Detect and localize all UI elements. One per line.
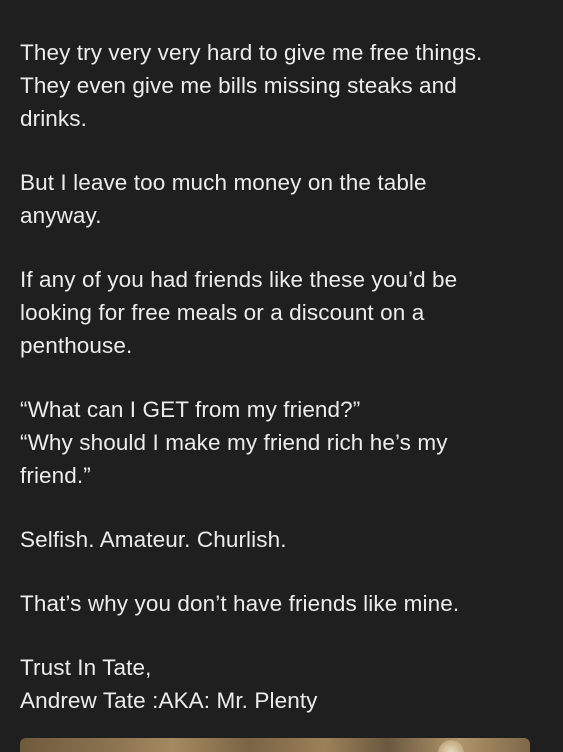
post-paragraph-1: They try very very hard to give me free … [20,36,550,135]
post-text-line: Andrew Tate :AKA: Mr. Plenty [20,688,318,713]
post-text-line: anyway. [20,203,102,228]
post-body: They try very very hard to give me free … [20,36,550,748]
post-paragraph-2: But I leave too much money on the table … [20,166,550,232]
post-text-line: “Why should I make my friend rich he’s m… [20,430,448,455]
post-text-line: friend.” [20,463,91,488]
post-paragraph-5: Selfish. Amateur. Churlish. [20,523,550,556]
post-text-line: looking for free meals or a discount on … [20,300,425,325]
post-text-line: They try very very hard to give me free … [20,40,483,65]
post-paragraph-3: If any of you had friends like these you… [20,263,550,362]
post-paragraph-4: “What can I GET from my friend?” “Why sh… [20,393,550,492]
post-text-line: drinks. [20,106,87,131]
post-text-line: Selfish. Amateur. Churlish. [20,527,287,552]
post-text-line: But I leave too much money on the table [20,170,427,195]
post-text-line: If any of you had friends like these you… [20,267,458,292]
image-detail [438,740,464,752]
post-text-line: penthouse. [20,333,133,358]
post-paragraph-6: That’s why you don’t have friends like m… [20,587,550,620]
post-signature: Trust In Tate, Andrew Tate :AKA: Mr. Ple… [20,651,550,717]
post-text-line: “What can I GET from my friend?” [20,397,361,422]
post-text-line: That’s why you don’t have friends like m… [20,591,460,616]
post-text-line: They even give me bills missing steaks a… [20,73,457,98]
post-text-line: Trust In Tate, [20,655,152,680]
